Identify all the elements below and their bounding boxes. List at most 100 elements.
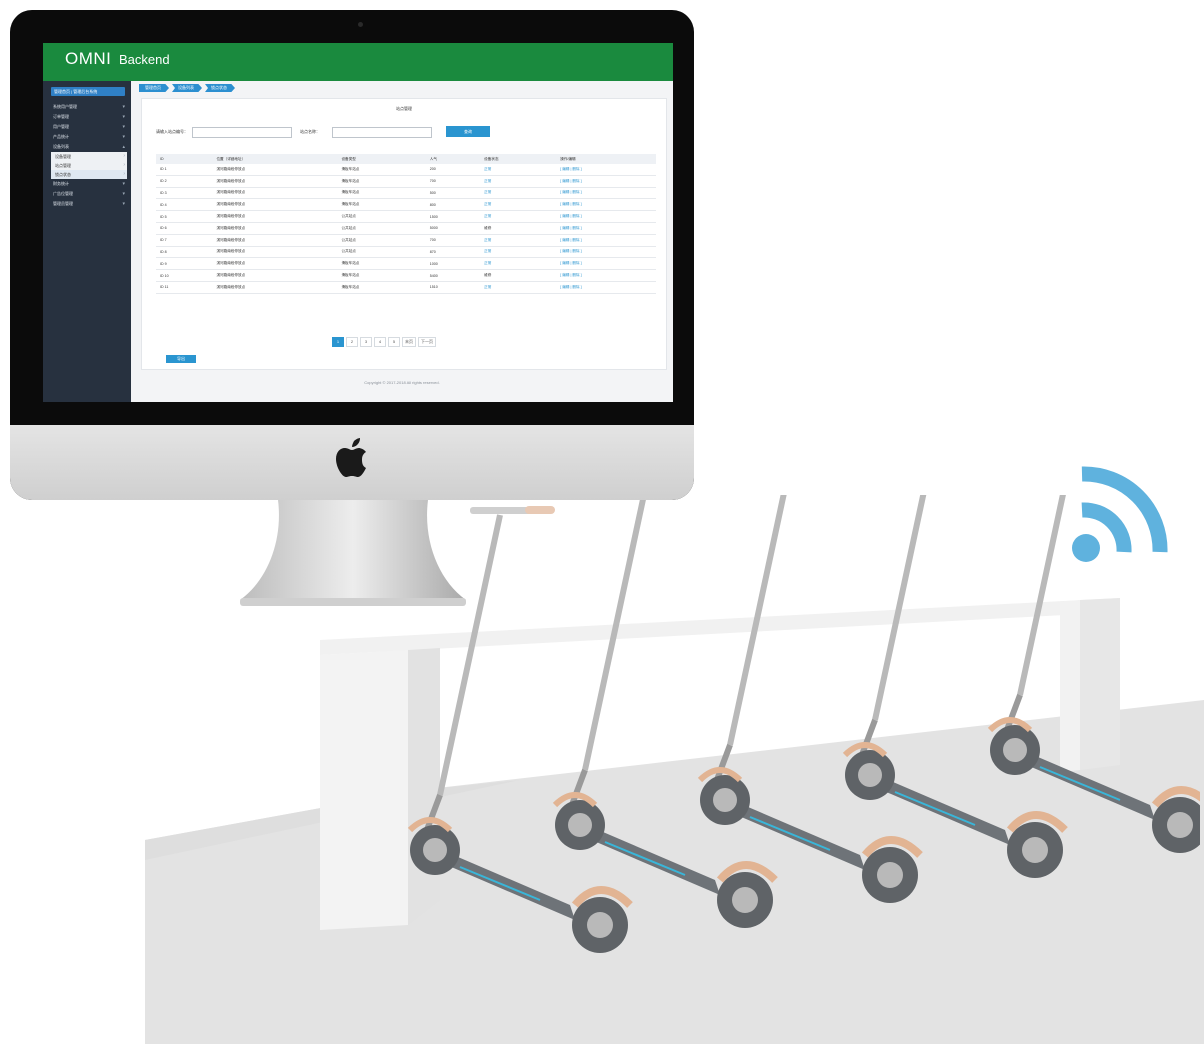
cell-actions[interactable]: [ 编辑 | 删除 ] bbox=[556, 246, 656, 259]
cell-location: 滨河路南段停放点 bbox=[212, 269, 338, 282]
breadcrumb-item[interactable]: 管理首页 bbox=[139, 84, 169, 92]
cell-popularity: 500 bbox=[425, 187, 481, 200]
station-table: ID 位置（详细地址） 设备类型 人气 设备状态 操作/编辑 ID 1 滨河路南段… bbox=[156, 154, 656, 294]
monitor-stand bbox=[240, 500, 466, 606]
table-header-row: ID 位置（详细地址） 设备类型 人气 设备状态 操作/编辑 bbox=[156, 154, 656, 164]
cell-actions[interactable]: [ 编辑 | 删除 ] bbox=[556, 164, 656, 176]
table-row: ID 10 滨河路南段停放点 滑板车站点 5400 维修[ 编辑 | 删除 ] bbox=[156, 269, 656, 282]
column-header: 设备状态 bbox=[480, 154, 557, 164]
chevron-down-icon: ▾ bbox=[122, 134, 125, 140]
cell-actions[interactable]: [ 编辑 | 删除 ] bbox=[556, 234, 656, 247]
chevron-down-icon: ▾ bbox=[122, 104, 125, 110]
search-button[interactable]: 查询 bbox=[446, 126, 490, 137]
cell-type: 滑板车站点 bbox=[337, 187, 426, 200]
cell-id: ID 8 bbox=[156, 246, 213, 259]
table-row: ID 8 滨河路南段停放点 公共站点 870 正常[ 编辑 | 删除 ] bbox=[156, 246, 656, 259]
page-button[interactable]: 5 bbox=[388, 337, 400, 347]
cell-actions[interactable]: [ 编辑 | 删除 ] bbox=[556, 210, 656, 223]
copyright-footer: Copyright © 2017-2018 All rights reserve… bbox=[364, 380, 440, 385]
column-header: 操作/编辑 bbox=[556, 154, 656, 164]
sidebar-item-products[interactable]: 产品统计 ▾ bbox=[43, 132, 127, 142]
column-header: ID bbox=[156, 154, 213, 164]
sidebar-item-ads[interactable]: 广告位管理 ▾ bbox=[43, 189, 127, 199]
table-row: ID 1 滨河路南段停放点 滑板车站点 200 正常[ 编辑 | 删除 ] bbox=[156, 164, 656, 176]
cell-status: 正常 bbox=[480, 187, 557, 200]
cell-popularity: 700 bbox=[425, 234, 481, 247]
sidebar-header[interactable]: 管理首页 | 管理后台系统 bbox=[51, 87, 125, 96]
sidebar-item-orders[interactable]: 订单管理 ▾ bbox=[43, 112, 127, 122]
last-page-button[interactable]: 末页 bbox=[402, 337, 416, 347]
cell-type: 滑板车站点 bbox=[337, 175, 426, 188]
cell-location: 滨河路南段停放点 bbox=[212, 198, 338, 212]
cell-id: ID 3 bbox=[156, 187, 213, 200]
page-button[interactable]: 1 bbox=[332, 337, 344, 347]
apple-logo-icon bbox=[336, 438, 366, 477]
content-panel: 站点管理 请输入站点编号： 站点名称： 查询 ID 位置（详细地址） 设备类型 bbox=[141, 98, 667, 370]
cell-location: 滨河路南段停放点 bbox=[212, 175, 338, 188]
cell-popularity: 1500 bbox=[425, 210, 481, 223]
cell-actions[interactable]: [ 编辑 | 删除 ] bbox=[556, 269, 656, 282]
cell-id: ID 11 bbox=[156, 281, 213, 294]
page-button[interactable]: 4 bbox=[374, 337, 386, 347]
cell-id: ID 1 bbox=[156, 164, 213, 176]
chevron-right-icon: › bbox=[123, 171, 125, 177]
cell-popularity: 800 bbox=[425, 198, 481, 212]
cell-id: ID 7 bbox=[156, 234, 213, 247]
table-row: ID 7 滨河路南段停放点 公共站点 700 正常[ 编辑 | 删除 ] bbox=[156, 234, 656, 247]
cell-actions[interactable]: [ 编辑 | 删除 ] bbox=[556, 257, 656, 271]
next-page-button[interactable]: 下一页 bbox=[418, 337, 436, 347]
cell-location: 滨河路南段停放点 bbox=[212, 222, 338, 235]
chevron-down-icon: ▾ bbox=[122, 201, 125, 207]
cell-actions[interactable]: [ 编辑 | 删除 ] bbox=[556, 281, 656, 294]
breadcrumb-item[interactable]: 设备列表 bbox=[172, 84, 202, 92]
sidebar-subitem-lock-status[interactable]: 锁点状态 › bbox=[51, 170, 127, 179]
chevron-down-icon: ▾ bbox=[122, 191, 125, 197]
sidebar: 管理首页 | 管理后台系统 系统用户管理 ▾ 订单管理 ▾ 用户管理 ▾ 产品统计 ▾ … bbox=[43, 81, 131, 402]
sidebar-item-system-users[interactable]: 系统用户管理 ▾ bbox=[43, 102, 127, 112]
breadcrumb-item[interactable]: 锁点状态 bbox=[205, 84, 235, 92]
cell-type: 公共站点 bbox=[337, 210, 426, 223]
brand-subtitle: Backend bbox=[119, 52, 170, 67]
station-name-input[interactable] bbox=[332, 127, 432, 138]
search-form: 请输入站点编号： 站点名称： 查询 bbox=[156, 126, 656, 138]
column-header: 人气 bbox=[425, 154, 481, 164]
export-button[interactable]: 导出 bbox=[166, 355, 196, 363]
table-row: ID 4 滨河路南段停放点 滑板车站点 800 正常[ 编辑 | 删除 ] bbox=[156, 198, 656, 212]
column-header: 位置（详细地址） bbox=[212, 154, 338, 164]
brand-logo: OMNI bbox=[65, 49, 112, 68]
cell-type: 公共站点 bbox=[337, 222, 426, 235]
cell-location: 滨河路南段停放点 bbox=[212, 246, 338, 259]
chevron-down-icon: ▾ bbox=[122, 181, 125, 187]
page-button[interactable]: 2 bbox=[346, 337, 358, 347]
cell-actions[interactable]: [ 编辑 | 删除 ] bbox=[556, 175, 656, 188]
sidebar-subitem-station-mgmt[interactable]: 站点管理 › bbox=[51, 161, 127, 170]
cell-actions[interactable]: [ 编辑 | 删除 ] bbox=[556, 198, 656, 212]
sidebar-item-admins[interactable]: 管理员管理 ▾ bbox=[43, 199, 127, 209]
breadcrumb: 管理首页 设备列表 锁点状态 bbox=[139, 84, 238, 92]
cell-status: 正常 bbox=[480, 257, 557, 271]
panel-title: 站点管理 bbox=[396, 106, 412, 111]
cell-actions[interactable]: [ 编辑 | 删除 ] bbox=[556, 187, 656, 200]
page-button[interactable]: 3 bbox=[360, 337, 372, 347]
cell-status: 正常 bbox=[480, 198, 557, 212]
cell-location: 滨河路南段停放点 bbox=[212, 210, 338, 223]
cell-popularity: 1510 bbox=[425, 281, 481, 294]
chevron-down-icon: ▾ bbox=[122, 114, 125, 120]
cell-popularity: 1000 bbox=[425, 257, 481, 271]
station-id-input[interactable] bbox=[192, 127, 292, 138]
sidebar-item-finance[interactable]: 财务统计 ▾ bbox=[43, 179, 127, 189]
monitor-chin bbox=[10, 425, 694, 500]
sidebar-item-devices[interactable]: 设备列表 ▴ bbox=[43, 142, 127, 152]
cell-status: 正常 bbox=[480, 210, 557, 223]
sidebar-menu: 系统用户管理 ▾ 订单管理 ▾ 用户管理 ▾ 产品统计 ▾ 设备列表 ▴ 设备管理 › 站点… bbox=[43, 102, 131, 209]
sidebar-item-users[interactable]: 用户管理 ▾ bbox=[43, 122, 127, 132]
chevron-right-icon: › bbox=[123, 153, 125, 159]
table-body: ID 1 滨河路南段停放点 滑板车站点 200 正常[ 编辑 | 删除 ] ID 2 滨河… bbox=[156, 164, 656, 294]
cell-actions[interactable]: [ 编辑 | 删除 ] bbox=[556, 222, 656, 235]
sidebar-subitem-device-mgmt[interactable]: 设备管理 › bbox=[51, 152, 127, 161]
cell-status: 正常 bbox=[480, 234, 557, 247]
cell-location: 滨河路南段停放点 bbox=[212, 187, 338, 200]
cell-status: 正常 bbox=[480, 164, 557, 176]
cell-id: ID 2 bbox=[156, 175, 213, 188]
cell-location: 滨河路南段停放点 bbox=[212, 257, 338, 271]
